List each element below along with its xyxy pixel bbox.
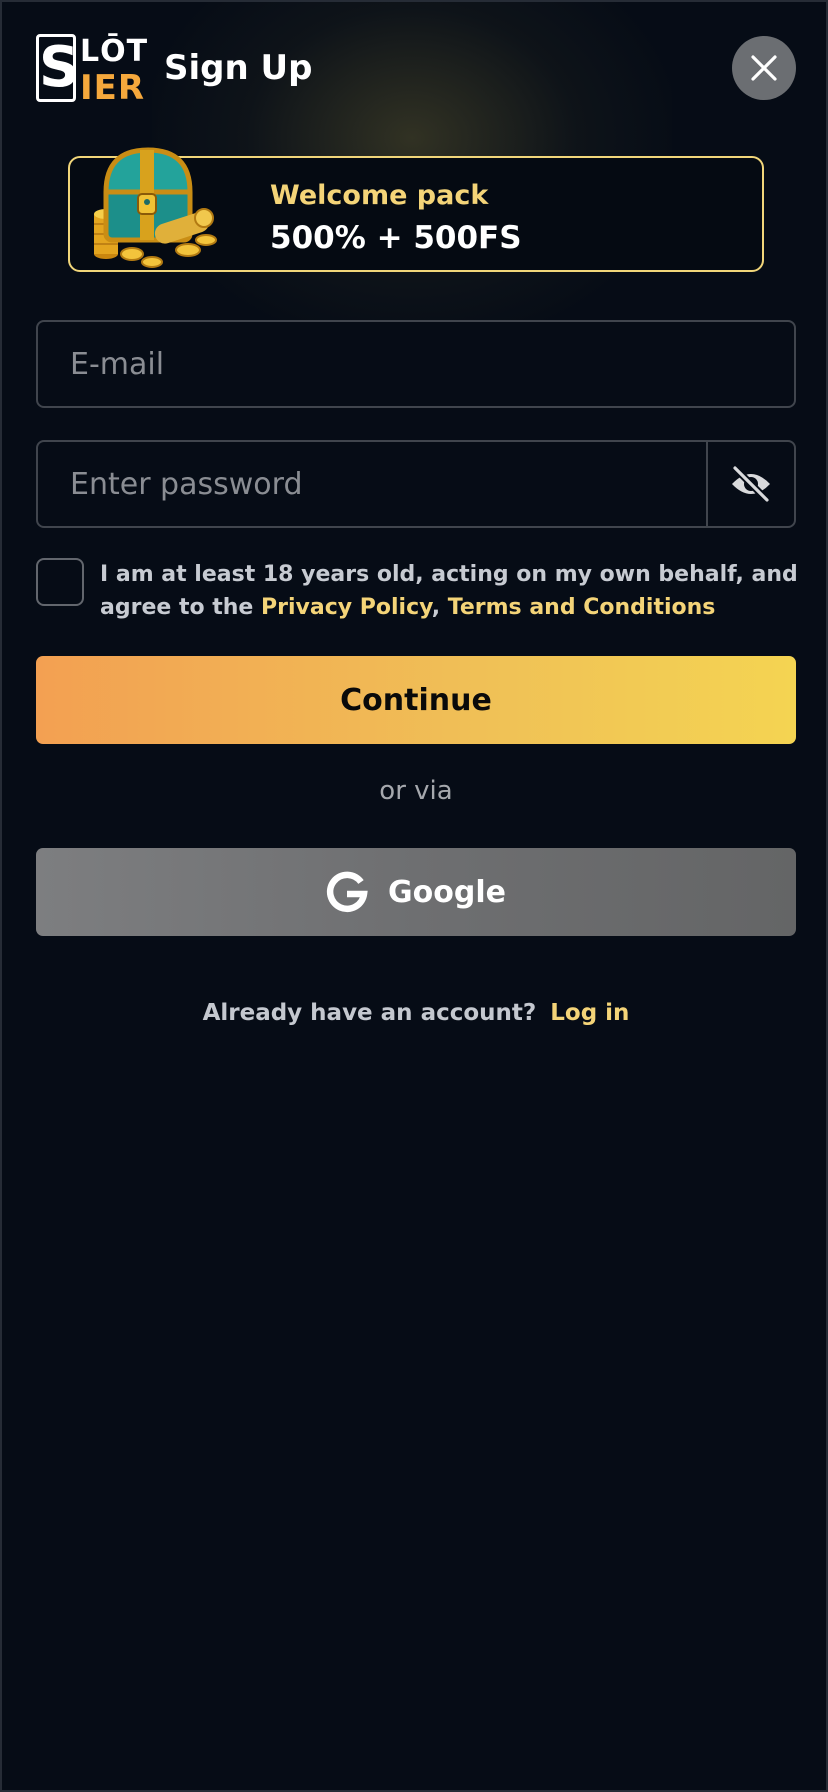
google-label: Google <box>388 874 506 910</box>
email-field <box>36 320 796 408</box>
eye-off-icon <box>732 465 770 503</box>
close-icon <box>751 55 777 81</box>
google-icon <box>326 871 368 913</box>
logo-top-text: LŌT <box>80 34 149 69</box>
password-input[interactable] <box>38 442 706 526</box>
close-button[interactable] <box>732 36 796 100</box>
agreement-text: I am at least 18 years old, acting on my… <box>100 558 800 624</box>
logo-letter: S <box>36 34 79 102</box>
treasure-chest-icon <box>94 147 217 268</box>
brand-logo: S LŌT IER <box>36 32 147 108</box>
agree-checkbox[interactable] <box>36 558 84 606</box>
email-input[interactable] <box>38 322 794 406</box>
welcome-pack-title: Welcome pack <box>270 180 489 211</box>
header: S LŌT IER Sign Up <box>36 32 313 108</box>
privacy-policy-link[interactable]: Privacy Policy <box>261 595 432 620</box>
or-via-label: or via <box>379 776 453 806</box>
welcome-pack-amount: 500% + 500FS <box>270 220 522 256</box>
welcome-pack-banner[interactable]: Welcome pack 500% + 500FS <box>68 147 764 272</box>
agreement-separator: , <box>431 595 448 620</box>
continue-button[interactable]: Continue <box>36 656 796 744</box>
google-signin-button[interactable]: Google <box>36 848 796 936</box>
signup-screen: S LŌT IER Sign Up Welcome pack 500% + 50… <box>0 0 828 1792</box>
password-field <box>36 440 796 528</box>
login-prompt: Already have an account? Log in <box>2 1000 826 1026</box>
page-title: Sign Up <box>164 48 313 88</box>
terms-link[interactable]: Terms and Conditions <box>448 595 716 620</box>
login-link[interactable]: Log in <box>550 1000 629 1026</box>
login-question: Already have an account? <box>202 1000 537 1026</box>
logo-bottom-text: IER <box>80 68 146 108</box>
toggle-password-visibility-button[interactable] <box>706 442 794 526</box>
